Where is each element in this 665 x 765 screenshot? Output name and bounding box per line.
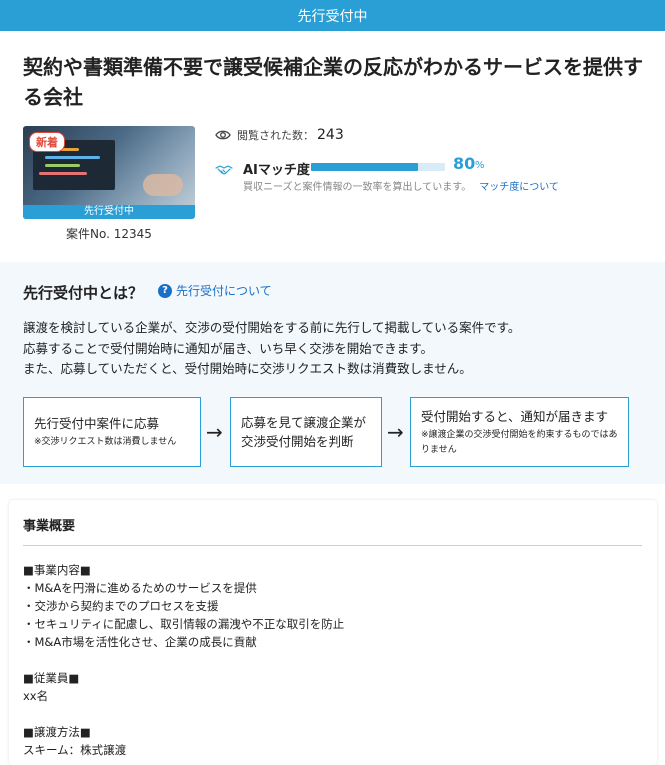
business-content-item: ・セキュリティに配慮し、取引情報の漏洩や不正な取引を防止 — [23, 617, 345, 631]
business-content-item: ・M&Aを円滑に進めるためのサービスを提供 — [23, 581, 257, 595]
flow-step-judge: 応募を見て譲渡企業が交渉受付開始を判断 — [230, 397, 382, 467]
code-line — [45, 156, 100, 159]
business-overview-title: 事業概要 — [23, 519, 76, 534]
status-header-text: 先行受付中 — [297, 8, 368, 25]
step-main-text: 先行受付中案件に応募 — [34, 416, 160, 431]
match-description-text: 買収ニーズと案件情報の一致率を算出しています。 — [243, 182, 472, 193]
match-description: 買収ニーズと案件情報の一致率を算出しています。 マッチ度について — [243, 178, 559, 193]
business-overview-body: ■事業内容■ ・M&Aを円滑に進めるためのサービスを提供 ・交渉から契約までのプ… — [23, 561, 643, 759]
match-percent-unit: % — [475, 160, 485, 171]
views-label: 閲覧された数： — [237, 129, 314, 142]
pre-reception-help-link[interactable]: ? 先行受付について — [158, 282, 272, 299]
step-note-text: ※譲渡企業の交渉受付開始を約束するものではありません — [421, 429, 618, 455]
view-count: 閲覧された数： 243 — [215, 127, 344, 143]
transfer-method-heading: ■譲渡方法■ — [23, 725, 91, 739]
pre-reception-description: 譲渡を検討している企業が、交渉の受付開始をする前に先行して掲載している案件です。… — [23, 318, 643, 380]
employees-heading: ■従業員■ — [23, 671, 80, 685]
description-line: また、応募していただくと、受付開始時に交渉リクエスト数は消費致しません。 — [23, 361, 472, 376]
step-main-text: 受付開始すると、通知が届きます — [421, 408, 609, 424]
match-label: AIマッチ度 — [243, 163, 310, 178]
views-count: 243 — [317, 127, 344, 143]
match-percent: 80 — [453, 154, 476, 173]
match-info-link[interactable]: マッチ度について — [479, 182, 559, 193]
listing-thumbnail: 新着 先行受付中 — [23, 126, 195, 219]
flow-step-apply: 先行受付中案件に応募 ※交渉リクエスト数は消費しません — [23, 397, 201, 467]
description-line: 譲渡を検討している企業が、交渉の受付開始をする前に先行して掲載している案件です。 — [23, 320, 521, 335]
match-progress-bar — [311, 163, 445, 171]
transfer-method-value: スキーム：株式譲渡 — [23, 743, 127, 757]
new-badge: 新着 — [29, 132, 65, 152]
case-number: 案件No. 12345 — [66, 227, 152, 241]
flow-arrow-icon: → — [206, 420, 223, 444]
handshake-icon — [215, 165, 233, 175]
business-content-heading: ■事業内容■ — [23, 563, 91, 577]
business-content-item: ・交渉から契約までのプロセスを支援 — [23, 599, 219, 613]
divider — [23, 545, 642, 546]
pre-reception-title: 先行受付中とは？ — [23, 284, 144, 302]
eye-icon — [215, 130, 231, 140]
code-line — [45, 164, 80, 167]
listing-title: 契約や書類準備不要で譲受候補企業の反応がわかるサービスを提供する会社 — [23, 55, 643, 109]
flow-arrow-icon: → — [387, 420, 404, 444]
employees-value: xx名 — [23, 689, 49, 703]
code-line — [39, 172, 87, 175]
status-header-bar: 先行受付中 — [0, 0, 665, 31]
business-content-item: ・M&A市場を活性化させ、企業の成長に貢献 — [23, 635, 257, 649]
match-progress-fill — [311, 163, 419, 171]
question-circle-icon: ? — [158, 283, 172, 298]
thumbnail-status-label: 先行受付中 — [23, 205, 195, 219]
step-main-text: 応募を見て譲渡企業が交渉受付開始を判断 — [241, 415, 367, 449]
description-line: 応募することで受付開始時に通知が届き、いち早く交渉を開始できます。 — [23, 340, 434, 356]
hand-graphic — [143, 174, 183, 196]
flow-step-notify: 受付開始すると、通知が届きます ※譲渡企業の交渉受付開始を約束するものではありま… — [410, 397, 629, 467]
step-note-text: ※交渉リクエスト数は消費しません — [34, 437, 177, 447]
pre-reception-help-text: 先行受付について — [176, 284, 272, 298]
